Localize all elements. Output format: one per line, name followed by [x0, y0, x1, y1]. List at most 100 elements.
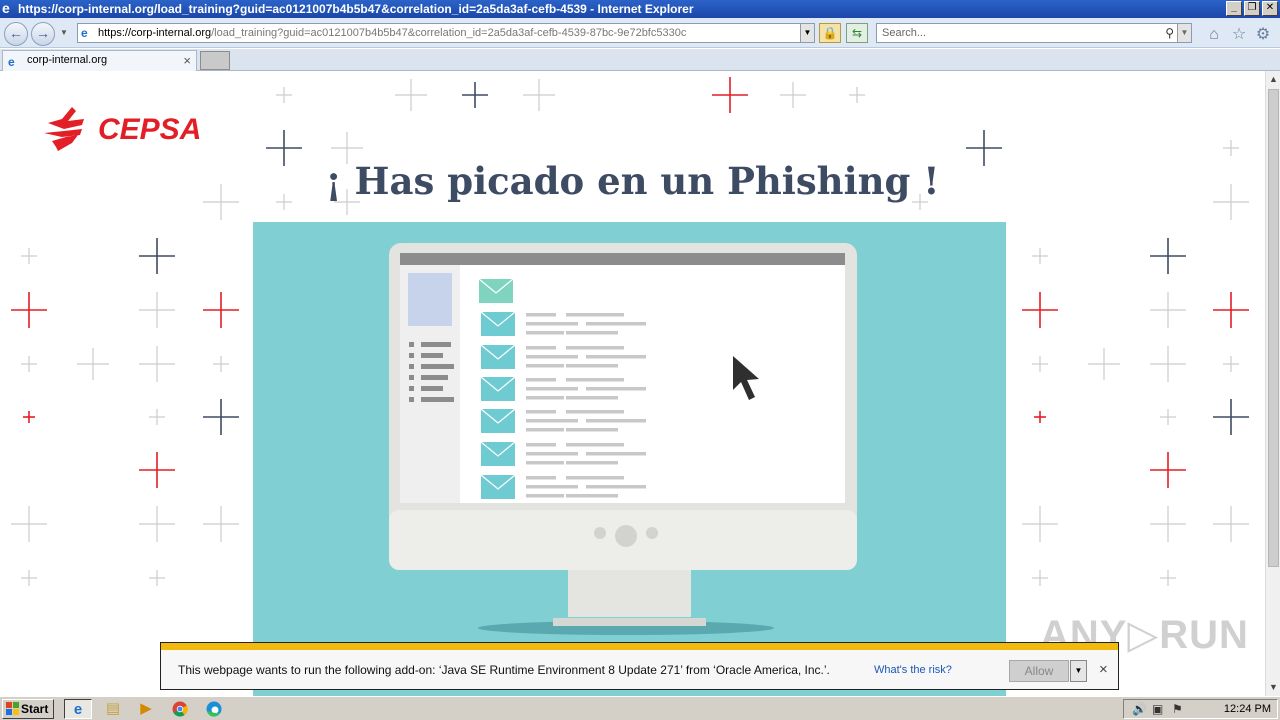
- gear-icon[interactable]: ⚙: [1254, 26, 1272, 44]
- cross-decoration: [139, 506, 175, 542]
- cross-decoration: [1150, 292, 1186, 328]
- cross-decoration: [77, 348, 109, 380]
- cross-decoration: [1032, 570, 1048, 586]
- mail-envelope-icon: [478, 278, 514, 303]
- brand-name: CEPSA: [98, 113, 201, 146]
- scroll-up-icon[interactable]: ▲: [1266, 71, 1280, 88]
- cross-decoration: [1022, 506, 1058, 542]
- taskbar-chrome-icon[interactable]: [166, 699, 194, 719]
- tab-label: corp-internal.org: [27, 54, 108, 66]
- mail-envelope-icon: [480, 344, 516, 369]
- new-tab-button[interactable]: [200, 51, 230, 70]
- tab-page-icon: e: [8, 55, 15, 69]
- address-path: /load_training?guid=ac0121007b4b5b47&cor…: [211, 27, 687, 39]
- allow-button[interactable]: Allow: [1009, 660, 1069, 682]
- ie-icon: e: [2, 0, 10, 16]
- allow-dropdown-icon[interactable]: ▼: [1070, 660, 1087, 682]
- cross-decoration: [1150, 346, 1186, 382]
- cross-decoration: [1160, 409, 1176, 425]
- cross-decoration: [139, 238, 175, 274]
- taskbar-edge-icon[interactable]: [200, 699, 228, 719]
- mail-envelope-icon: [480, 474, 516, 499]
- notification-close-icon[interactable]: ×: [1099, 661, 1108, 678]
- cross-decoration: [1022, 292, 1058, 328]
- minimize-button[interactable]: _: [1226, 1, 1242, 16]
- forward-button[interactable]: →: [31, 22, 55, 46]
- address-host: https://corp-internal.org: [98, 27, 212, 39]
- cross-decoration: [395, 79, 427, 111]
- cross-decoration: [11, 292, 47, 328]
- scroll-down-icon[interactable]: ▼: [1266, 679, 1280, 696]
- cross-decoration: [1223, 356, 1239, 372]
- address-dropdown-icon[interactable]: ▼: [800, 24, 814, 42]
- mail-envelope-icon: [480, 408, 516, 433]
- volume-icon[interactable]: 🔊: [1132, 702, 1147, 716]
- tab-corp-internal[interactable]: e corp-internal.org ×: [2, 50, 197, 71]
- cross-decoration: [276, 87, 292, 103]
- notification-message: This webpage wants to run the following …: [178, 663, 830, 677]
- cross-decoration: [1160, 570, 1176, 586]
- star-icon[interactable]: ☆: [1230, 26, 1248, 44]
- taskbar-ie-icon[interactable]: e: [64, 699, 92, 719]
- cross-decoration: [203, 399, 239, 435]
- start-label: Start: [21, 702, 49, 716]
- cross-decoration: [21, 570, 37, 586]
- whats-the-risk-link[interactable]: What's the risk?: [874, 664, 952, 676]
- flag-icon[interactable]: ⚑: [1172, 702, 1183, 716]
- cross-decoration: [139, 346, 175, 382]
- taskbar: Start e ▤ ▶ 🔊 ▣ ⚑ 12:24 PM: [0, 696, 1280, 720]
- cross-decoration: [1032, 356, 1048, 372]
- history-dropdown-icon[interactable]: ▼: [60, 28, 68, 37]
- cross-decoration: [1150, 452, 1186, 488]
- monitor-illustration: [389, 243, 857, 635]
- compatibility-refresh-icon[interactable]: ⇆: [846, 23, 868, 43]
- page-title: ¡ Has picado en un Phishing !: [325, 159, 940, 203]
- page-content: CEPSA ¡ Has picado en un Phishing !: [0, 71, 1265, 696]
- address-bar[interactable]: e https://corp-internal.org/load_trainin…: [77, 23, 815, 43]
- cross-decoration: [203, 292, 239, 328]
- cross-decoration: [21, 248, 37, 264]
- tab-strip: e corp-internal.org ×: [0, 49, 1280, 71]
- cross-decoration: [213, 356, 229, 372]
- system-tray: 🔊 ▣ ⚑ 12:24 PM: [1123, 699, 1278, 719]
- back-button[interactable]: ←: [4, 22, 28, 46]
- close-button[interactable]: ✕: [1262, 1, 1278, 16]
- cross-decoration: [139, 452, 175, 488]
- taskbar-media-player-icon[interactable]: ▶: [132, 699, 160, 719]
- cross-decoration: [1150, 506, 1186, 542]
- search-dropdown-icon[interactable]: ▼: [1177, 24, 1191, 42]
- search-icon[interactable]: ⚲: [1165, 24, 1174, 42]
- search-placeholder: Search...: [882, 27, 927, 39]
- cross-decoration: [1150, 238, 1186, 274]
- cross-decoration: [712, 77, 748, 113]
- windows-logo-icon: [6, 702, 19, 715]
- tab-close-icon[interactable]: ×: [183, 51, 191, 70]
- cross-decoration: [1034, 411, 1046, 423]
- ie-window: e https://corp-internal.org/load_trainin…: [0, 0, 1280, 720]
- taskbar-explorer-icon[interactable]: ▤: [99, 699, 127, 719]
- home-icon[interactable]: ⌂: [1205, 26, 1223, 44]
- lock-icon[interactable]: 🔒: [819, 23, 841, 43]
- cross-decoration: [1032, 248, 1048, 264]
- cross-decoration: [149, 570, 165, 586]
- restore-button[interactable]: ❐: [1244, 1, 1260, 16]
- scroll-thumb[interactable]: [1268, 89, 1279, 567]
- cross-decoration: [780, 82, 806, 108]
- navigation-bar: ← → ▼ e https://corp-internal.org/load_t…: [0, 18, 1280, 48]
- network-icon[interactable]: ▣: [1152, 702, 1163, 716]
- cross-decoration: [1223, 140, 1239, 156]
- mail-envelope-icon: [480, 311, 516, 336]
- search-input[interactable]: Search... ⚲ ▼: [876, 23, 1192, 43]
- vertical-scrollbar[interactable]: ▲ ▼: [1265, 71, 1280, 696]
- cross-decoration: [21, 356, 37, 372]
- cross-decoration: [1213, 399, 1249, 435]
- cross-decoration: [203, 506, 239, 542]
- cross-decoration: [1088, 348, 1120, 380]
- start-button[interactable]: Start: [2, 699, 54, 719]
- addon-notification-bar: This webpage wants to run the following …: [160, 642, 1119, 690]
- notification-stripe: [161, 643, 1118, 650]
- hero-illustration: [253, 222, 1006, 696]
- cross-decoration: [462, 82, 488, 108]
- cross-decoration: [149, 409, 165, 425]
- cross-decoration: [1213, 292, 1249, 328]
